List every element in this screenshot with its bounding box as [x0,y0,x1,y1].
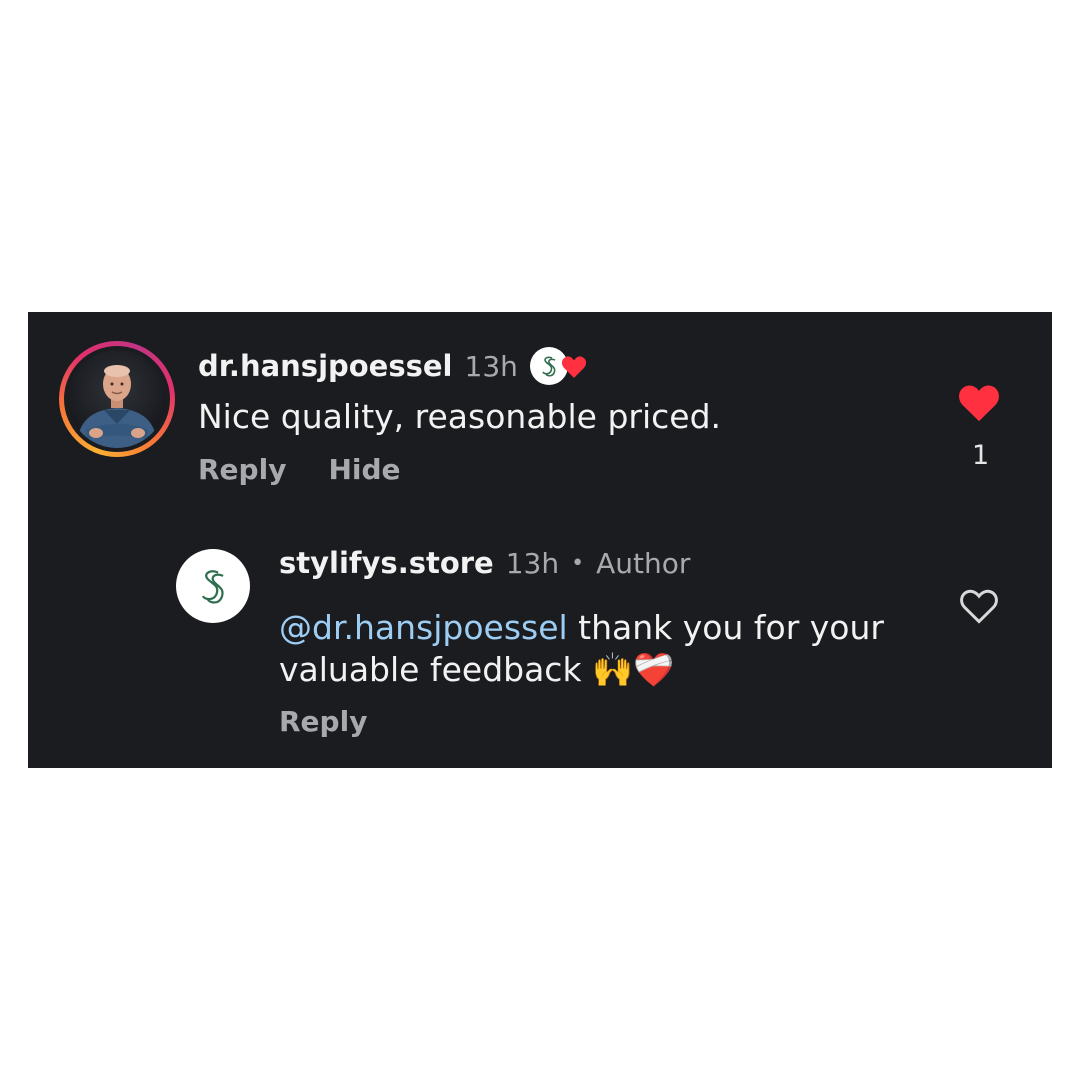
reply-author-avatar[interactable] [176,549,250,623]
reply-button[interactable]: Reply [198,453,286,486]
creator-liked-badge [529,346,588,386]
like-heart-outline-icon[interactable] [959,588,999,628]
reply-actions: Reply [279,705,367,738]
hide-button[interactable]: Hide [328,453,400,486]
reply-header: stylifys.store 13h • Author [279,546,690,580]
comment-timestamp: 13h [464,349,518,383]
brand-logo-icon [201,570,224,604]
comments-panel: dr.hansjpoessel 13h Nice quality, reason… [28,312,1052,768]
avatar-ring-gap [64,346,170,452]
reply-text: @dr.hansjpoessel thank you for your valu… [279,607,884,691]
reply-text-line-2: valuable feedback 🙌❤️‍🩹 [279,649,884,691]
reply-text-part-1: thank you for your [567,608,884,647]
comment-actions: Reply Hide [198,453,401,486]
mention-link[interactable]: @dr.hansjpoessel [279,608,568,647]
reply-text-line-1: @dr.hansjpoessel thank you for your [279,607,884,649]
comment-header: dr.hansjpoessel 13h [198,346,588,386]
author-label: Author [596,546,691,580]
reply-to-reply-button[interactable]: Reply [279,705,367,738]
profile-photo-icon [68,350,166,448]
like-count: 1 [972,440,990,471]
reply-timestamp: 13h [505,546,560,580]
raised-hands-heart-emoji: 🙌❤️‍🩹 [592,650,675,689]
commenter-avatar[interactable] [59,341,175,457]
separator-dot: • [571,550,585,576]
reply-text-part-2: valuable feedback [279,650,582,689]
commenter-username[interactable]: dr.hansjpoessel [198,349,453,383]
reply-username[interactable]: stylifys.store [279,546,494,580]
like-heart-filled-icon[interactable] [958,384,1000,426]
small-heart-icon [561,355,587,383]
comment-text: Nice quality, reasonable priced. [198,397,722,436]
